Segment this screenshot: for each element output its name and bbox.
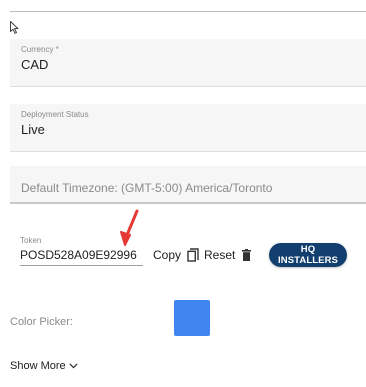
- timezone-placeholder: Default Timezone: (GMT-5:00) America/Tor…: [21, 181, 273, 195]
- token-field[interactable]: Token POSD528A09E92996: [20, 236, 143, 266]
- token-label: Token: [20, 236, 42, 245]
- timezone-select[interactable]: Default Timezone: (GMT-5:00) America/Tor…: [10, 166, 366, 204]
- copy-icon: [187, 248, 199, 262]
- top-divider: [10, 11, 366, 12]
- trash-icon: [242, 249, 252, 261]
- reset-label: Reset: [204, 248, 236, 262]
- mouse-pointer-icon: [10, 21, 19, 34]
- reset-button[interactable]: Reset: [204, 246, 252, 264]
- show-more-toggle[interactable]: Show More: [10, 360, 78, 372]
- settings-panel: Currency * CAD Deployment Status Live De…: [0, 0, 366, 387]
- copy-button[interactable]: Copy: [153, 246, 199, 264]
- currency-value: CAD: [21, 57, 49, 72]
- currency-select[interactable]: Currency * CAD: [10, 39, 366, 87]
- deployment-status-field[interactable]: Deployment Status Live: [10, 104, 366, 152]
- token-value: POSD528A09E92996: [20, 248, 137, 262]
- color-picker-swatch[interactable]: [174, 300, 210, 336]
- currency-label: Currency *: [21, 45, 59, 54]
- color-picker-label: Color Picker:: [10, 316, 73, 328]
- show-more-label: Show More: [10, 360, 66, 372]
- hq-installers-button[interactable]: HQ INSTALLERS: [269, 243, 347, 267]
- copy-label: Copy: [153, 248, 182, 262]
- deployment-status-label: Deployment Status: [21, 110, 89, 119]
- chevron-down-icon: [69, 363, 78, 369]
- deployment-status-value: Live: [21, 122, 45, 137]
